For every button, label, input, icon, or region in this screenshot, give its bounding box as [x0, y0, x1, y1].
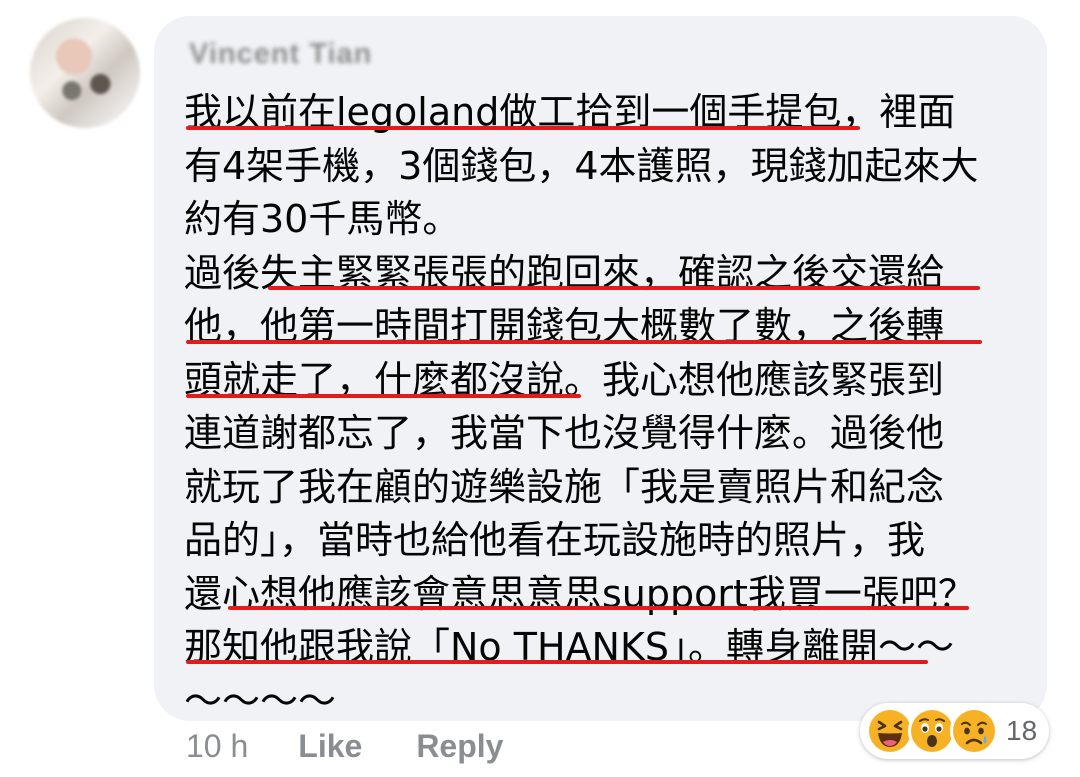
underline-mark	[186, 660, 928, 664]
timestamp[interactable]: 10 h	[186, 728, 248, 765]
comment-line: 我以前在legoland做工拾到一個手提包，裡面	[184, 90, 956, 134]
comment-text: 我以前在legoland做工拾到一個手提包，裡面 有4架手機，3個錢包，4本護照，…	[184, 86, 1044, 728]
reply-button[interactable]: Reply	[416, 728, 503, 765]
surprised-emoji-icon	[908, 707, 956, 755]
comment-line: 頭就走了，什麼都沒說。我心想他應該緊張到	[184, 357, 945, 402]
reaction-summary[interactable]: 18	[860, 703, 1050, 759]
sad-emoji-icon	[950, 707, 998, 755]
comment-line: 連道謝都忘了，我當下也沒覺得什麼。過後他	[184, 411, 945, 455]
comment-screen: Vincent Tian 我以前在legoland做工拾到一個手提包，裡面 有4架…	[0, 0, 1080, 777]
comment-line: 他，他第一時間打開錢包大概數了數，之後轉	[184, 304, 945, 348]
comment-line: 品的」，當時也給他看在玩設施時的照片，我	[184, 518, 926, 562]
like-button[interactable]: Like	[298, 728, 362, 765]
comment-bubble: Vincent Tian 我以前在legoland做工拾到一個手提包，裡面 有4架…	[154, 16, 1047, 723]
comment-author[interactable]: Vincent Tian	[189, 38, 372, 71]
comment-line: 有4架手機，3個錢包，4本護照，現錢加起來大	[184, 143, 979, 188]
underline-mark	[186, 394, 581, 398]
underline-mark	[228, 606, 969, 610]
reaction-count: 18	[1006, 715, 1038, 746]
underline-mark	[186, 126, 860, 130]
comment-actions: 10 h Like Reply	[186, 728, 503, 772]
comment-line: 就玩了我在顧的遊樂設施「我是賣照片和紀念	[184, 464, 945, 509]
comment-line: 約有30千馬幣。	[184, 197, 461, 241]
comment-line: 還心想他應該會意思意思support我買一張吧？	[184, 571, 976, 616]
avatar[interactable]	[30, 18, 140, 128]
underline-mark	[268, 286, 980, 290]
comment-line: 那知他跟我說「No THANKS」。轉身離開～～	[184, 625, 955, 669]
underline-mark	[186, 340, 982, 344]
laughing-emoji-icon	[866, 707, 914, 755]
comment-line: 過後失主緊緊張張的跑回來，確認之後交還給	[184, 250, 945, 295]
